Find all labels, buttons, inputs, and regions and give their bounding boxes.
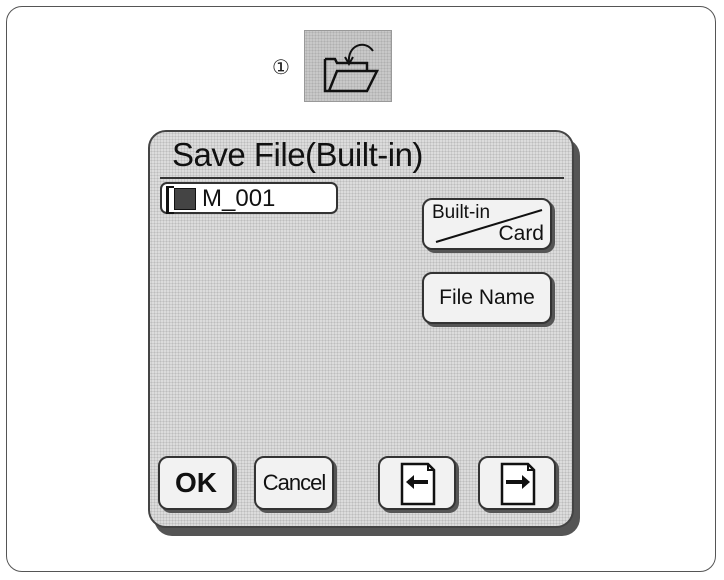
left-arrow-page-icon <box>400 462 436 506</box>
builtin-label: Built-in <box>432 202 491 223</box>
ok-button[interactable]: OK <box>158 456 234 510</box>
callout-number: ① <box>272 55 290 79</box>
folder-open-icon <box>323 43 380 93</box>
save-file-dialog: Save File(Built-in) M_001 Built-in Card … <box>148 130 574 528</box>
open-folder-button[interactable] <box>304 30 392 102</box>
title-divider <box>160 177 564 179</box>
selection-bracket <box>166 186 174 214</box>
file-list-item[interactable]: M_001 <box>160 182 338 214</box>
previous-page-button[interactable] <box>378 456 456 510</box>
embroidery-file-icon <box>174 188 196 210</box>
builtin-card-toggle-button[interactable]: Built-in Card <box>422 198 552 250</box>
dialog-title: Save File(Built-in) <box>172 136 423 173</box>
card-label: Card <box>498 222 544 245</box>
file-name-button[interactable]: File Name <box>422 272 552 324</box>
file-name-label: M_001 <box>202 185 276 212</box>
right-arrow-page-icon <box>500 462 536 506</box>
cancel-button[interactable]: Cancel <box>254 456 334 510</box>
next-page-button[interactable] <box>478 456 556 510</box>
